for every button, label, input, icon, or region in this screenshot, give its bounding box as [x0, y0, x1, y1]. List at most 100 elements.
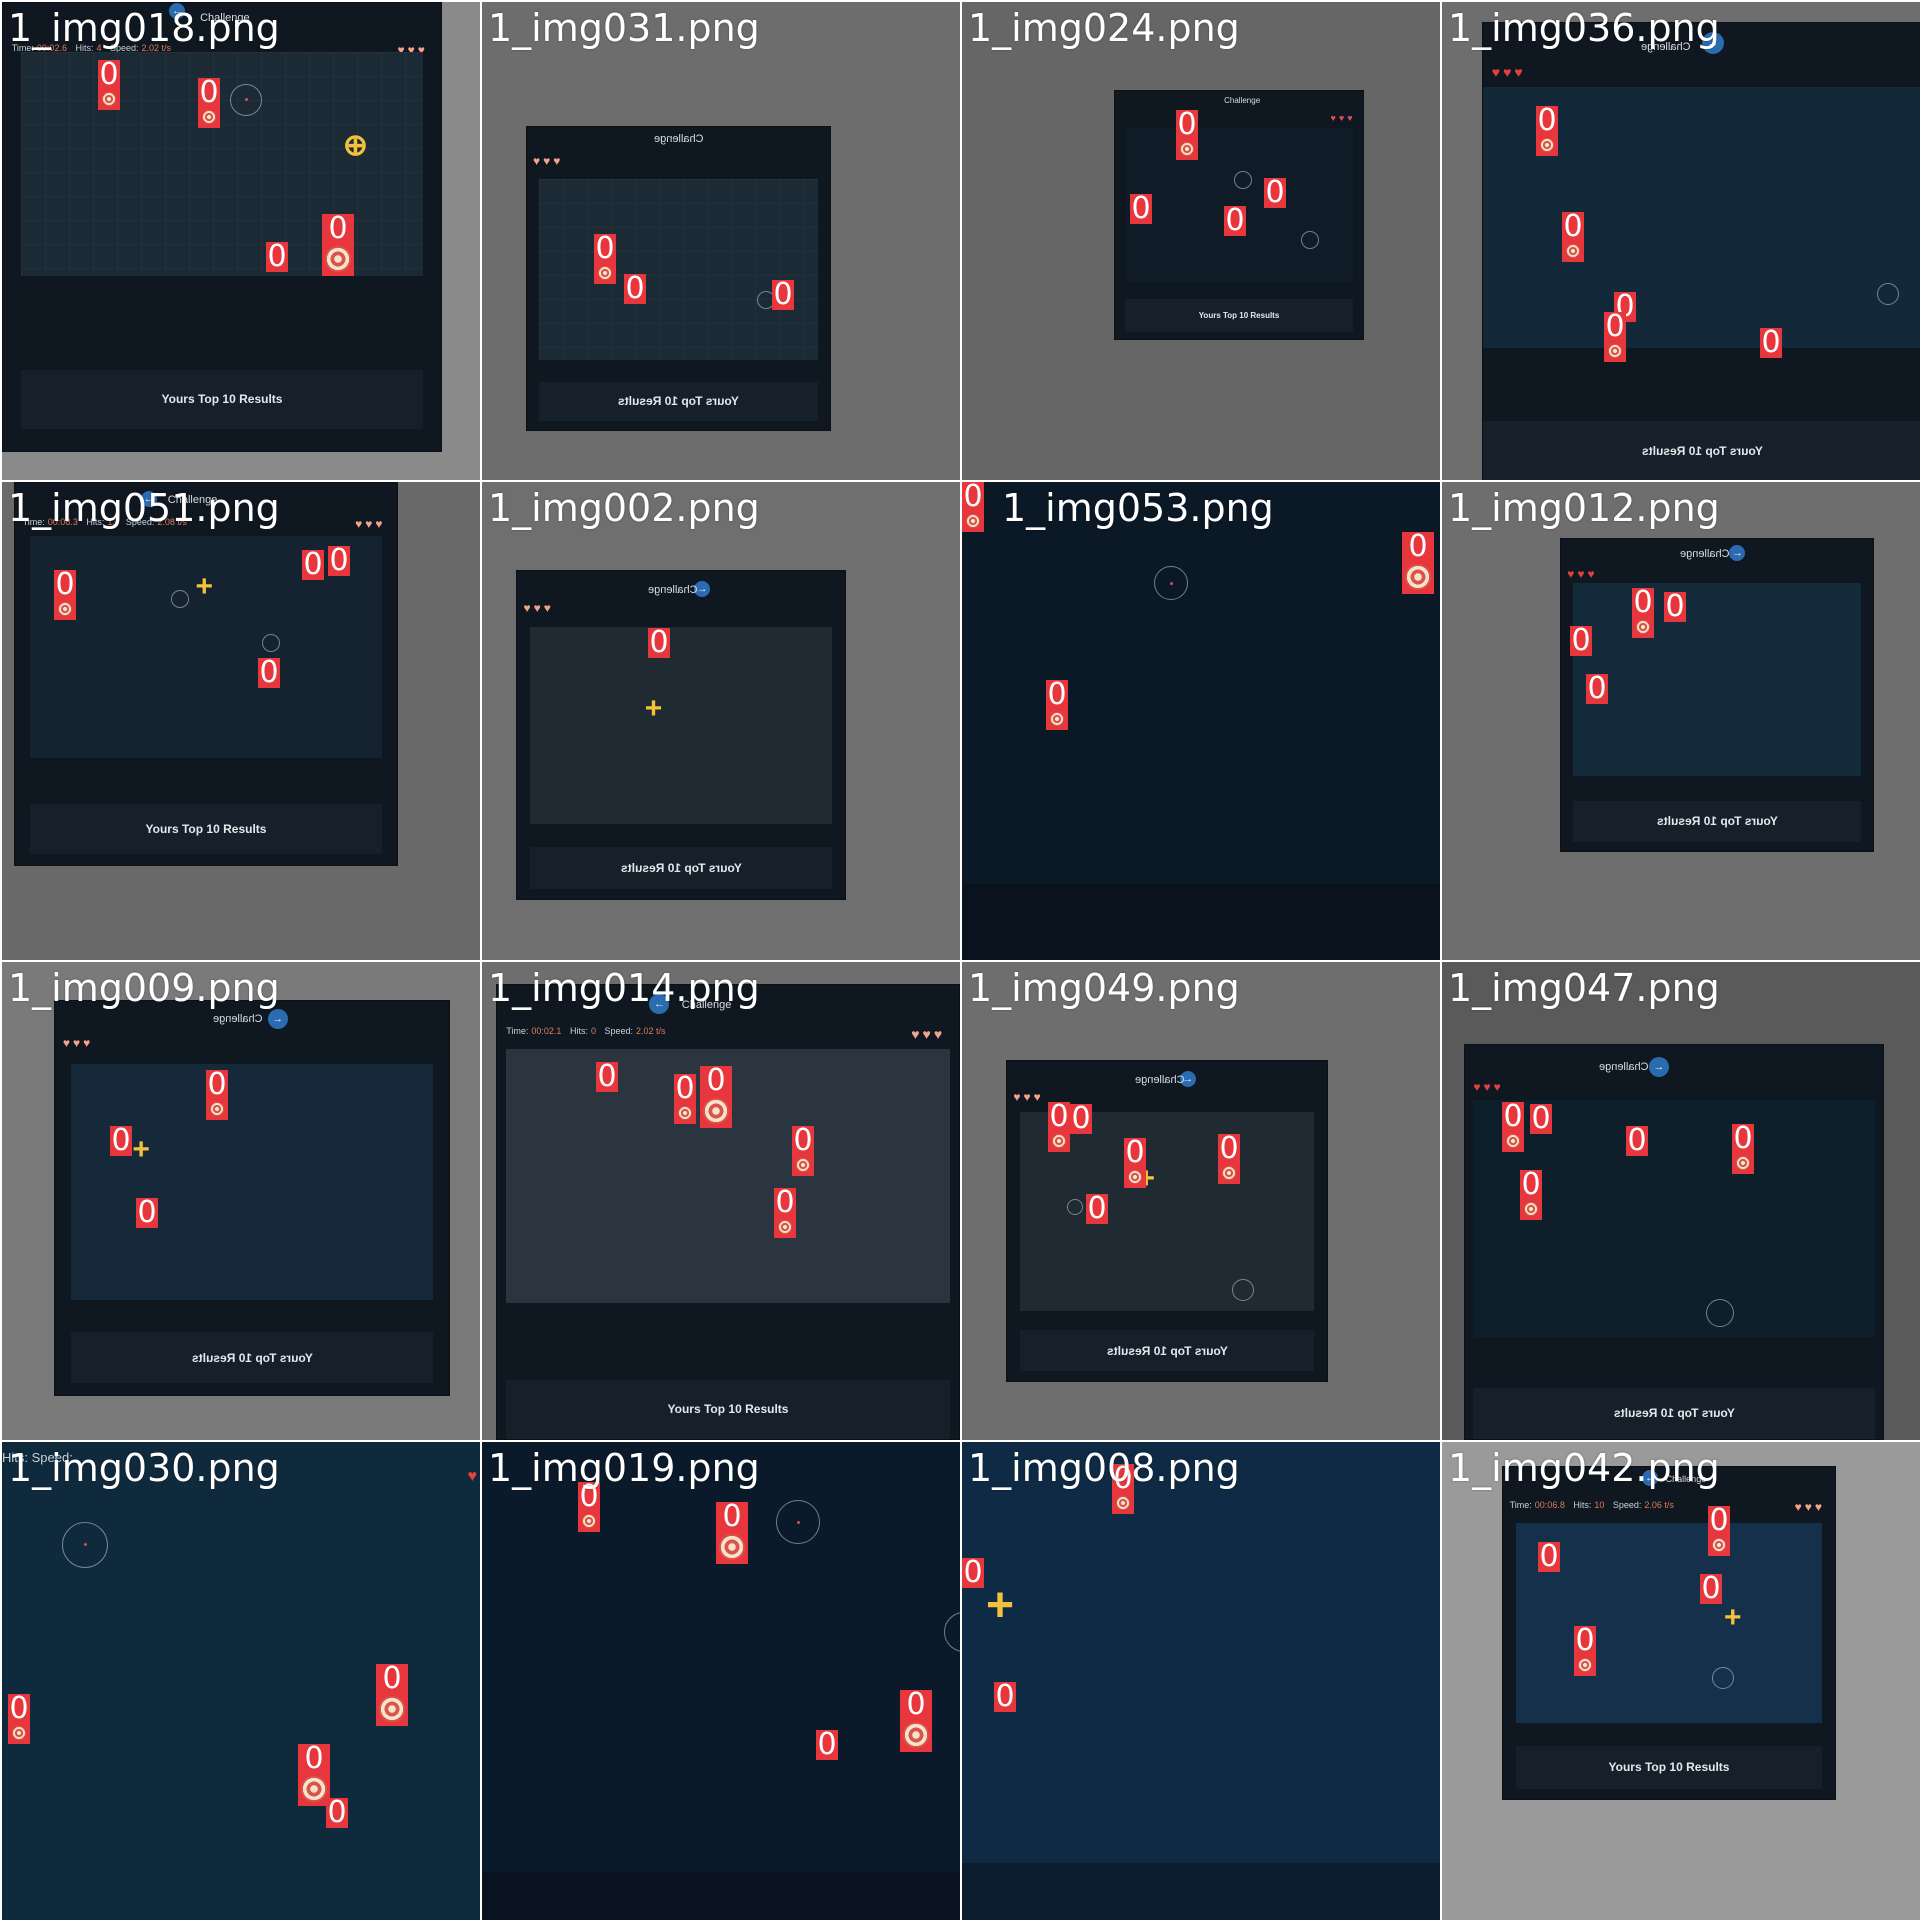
- file-name: 1_img049.png: [968, 966, 1240, 1010]
- results-panel: Yours Top 10 Results: [1124, 299, 1354, 332]
- target-ring[interactable]: [944, 1612, 960, 1652]
- image-grid: ← Challenge Time: 00:02.6 Hits: 4 Speed: 2.…: [0, 0, 1920, 1920]
- file-name: 1_img042.png: [1448, 1446, 1720, 1490]
- detection-box: 0: [1402, 532, 1434, 594]
- target-ring[interactable]: [1300, 231, 1319, 250]
- file-name: 1_img002.png: [488, 486, 760, 530]
- detection-box: 0: [1562, 212, 1584, 262]
- detection-box: 0: [266, 239, 288, 274]
- tile-img042: ← Challenge Time: 00:06.8 Hits: 10 Speed: 2…: [1442, 1442, 1920, 1920]
- heart-icon: ♥♥♥: [1491, 64, 1526, 81]
- target-ring[interactable]: [262, 633, 281, 652]
- results-panel: Yours Top 10 Results: [1573, 801, 1861, 842]
- play-area[interactable]: +: [70, 1064, 434, 1301]
- detection-box: 0: [136, 1195, 158, 1230]
- play-area[interactable]: +: [1516, 1523, 1822, 1723]
- target-ring[interactable]: [230, 83, 263, 116]
- file-name: 1_img031.png: [488, 6, 760, 50]
- target-ring[interactable]: [1154, 566, 1188, 600]
- heart-icon: ♥: [467, 1468, 480, 1485]
- detection-box: 0: [962, 1555, 984, 1590]
- detection-box: 0: [1708, 1506, 1730, 1556]
- target-ring[interactable]: [170, 589, 189, 608]
- detection-box: 0: [594, 234, 616, 284]
- game-screenshot: ← Challenge Time: 00:08.3 Hits: 13 Speed: 2…: [14, 482, 398, 866]
- detection-box: 0: [1530, 1101, 1552, 1136]
- detection-box: 0: [1070, 1101, 1092, 1136]
- detection-box: 0: [298, 1744, 330, 1806]
- arrow-left-icon[interactable]: →: [1648, 1056, 1669, 1077]
- file-name: 1_img009.png: [8, 966, 280, 1010]
- detection-box: 0: [206, 1070, 228, 1120]
- results-panel: Yours Top 10 Results: [539, 381, 818, 421]
- detection-box: 0: [1224, 203, 1246, 238]
- detection-box: 0: [772, 277, 794, 312]
- detection-box: 0: [54, 570, 76, 620]
- heart-icon: ♥♥♥: [355, 517, 386, 532]
- target-ring[interactable]: [62, 1521, 108, 1568]
- file-name: 1_img024.png: [968, 6, 1240, 50]
- file-name: 1_img051.png: [8, 486, 280, 530]
- detection-box: 0: [962, 482, 984, 532]
- game-screenshot: → Challenge ♥♥♥ + Yours Top 10 Results: [54, 1000, 450, 1396]
- detection-box: 0: [258, 655, 280, 690]
- detection-box: 0: [1124, 1138, 1146, 1188]
- tile-img031: Challenge ♥♥♥ Yours Top 10 Results 0 0 0…: [482, 2, 960, 480]
- tile-img014: ← Challenge Time: 00:02.1 Hits: 0 Speed: 2.…: [482, 962, 960, 1440]
- detection-box: 0: [792, 1126, 814, 1176]
- results-panel: Yours Top 10 Results: [1473, 1387, 1875, 1439]
- play-area[interactable]: +: [530, 626, 832, 824]
- tile-img018: ← Challenge Time: 00:02.6 Hits: 4 Speed: 2.…: [2, 2, 480, 480]
- arrow-left-icon[interactable]: →: [1729, 545, 1746, 562]
- heart-icon: ♥♥♥: [911, 1025, 946, 1042]
- results-panel: Yours Top 10 Results: [1516, 1745, 1822, 1790]
- file-name: 1_img036.png: [1448, 6, 1720, 50]
- crosshair-icon: +: [132, 1132, 150, 1166]
- detection-box: 0: [900, 1690, 932, 1752]
- heart-icon: ♥♥♥: [1794, 1500, 1826, 1515]
- tile-img053: 0 0 0 1_img053.png: [962, 482, 1440, 960]
- stats-bar: Time: 00:02.1 Hits: 0 Speed: 2.02 t/s: [506, 1025, 666, 1036]
- detection-box: 0: [994, 1679, 1016, 1714]
- crosshair-icon: ⊕: [342, 128, 369, 162]
- target-ring[interactable]: [1711, 1666, 1734, 1689]
- tile-img009: → Challenge ♥♥♥ + Yours Top 10 Results 0…: [2, 962, 480, 1440]
- play-area[interactable]: [2, 1489, 480, 1920]
- challenge-title: Challenge: [1679, 548, 1730, 561]
- heart-icon: ♥♥♥: [1330, 113, 1356, 124]
- detection-box: 0: [1218, 1134, 1240, 1184]
- challenge-title: Challenge: [1224, 95, 1261, 105]
- play-area[interactable]: [539, 178, 818, 361]
- results-panel: Yours Top 10 Results: [70, 1331, 434, 1384]
- target-ring[interactable]: [776, 1500, 820, 1544]
- heart-icon: ♥♥♥: [1473, 1080, 1504, 1095]
- detection-box: 0: [328, 543, 350, 578]
- target-ring[interactable]: [1066, 1199, 1083, 1216]
- file-name: 1_img014.png: [488, 966, 760, 1010]
- arrow-left-icon[interactable]: →: [267, 1008, 288, 1029]
- detection-box: 0: [1700, 1571, 1722, 1606]
- detection-box: 0: [8, 1694, 30, 1744]
- target-ring[interactable]: [1877, 282, 1900, 305]
- tile-img008: + 0 0 0 1_img008.png: [962, 1442, 1440, 1920]
- target-ring[interactable]: [1231, 1278, 1254, 1301]
- game-screenshot: +: [962, 1442, 1440, 1920]
- file-name: 1_img047.png: [1448, 966, 1720, 1010]
- detection-box: 0: [1732, 1124, 1754, 1174]
- target-ring[interactable]: [1706, 1298, 1735, 1327]
- game-screenshot: → Challenge ♥♥♥ + Yours Top 10 Results: [516, 570, 846, 900]
- challenge-title: Challenge: [1598, 1060, 1649, 1073]
- detection-box: 0: [1264, 175, 1286, 210]
- tile-img047: → Challenge ♥♥♥ Yours Top 10 Results 0 0…: [1442, 962, 1920, 1440]
- detection-box: 0: [1046, 680, 1068, 730]
- file-name: 1_img019.png: [488, 1446, 760, 1490]
- crosshair-icon: +: [1723, 1601, 1742, 1635]
- crosshair-icon: +: [986, 1579, 1015, 1632]
- game-screenshot: ← Challenge Time: 00:02.6 Hits: 4 Speed: 2.…: [2, 2, 442, 452]
- play-area[interactable]: [1573, 582, 1861, 777]
- target-ring[interactable]: [1234, 171, 1253, 190]
- tile-img002: → Challenge ♥♥♥ + Yours Top 10 Results 0…: [482, 482, 960, 960]
- play-area[interactable]: ⊕: [20, 52, 424, 277]
- detection-box: 0: [1502, 1102, 1524, 1152]
- detection-box: 0: [816, 1727, 838, 1762]
